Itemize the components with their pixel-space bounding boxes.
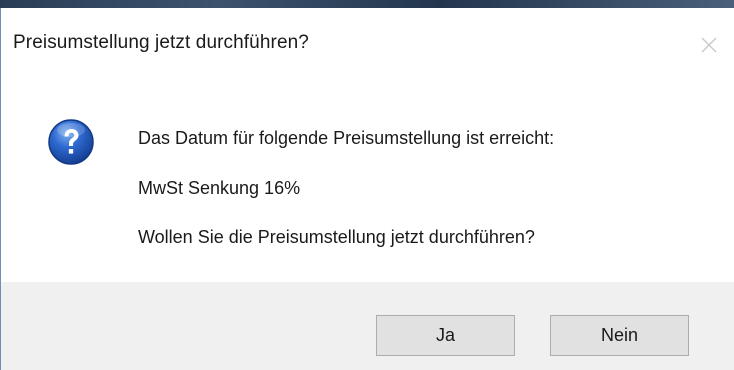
dialog-title: Preisumstellung jetzt durchführen? [13, 32, 309, 53]
dialog-content: Das Datum für folgende Preisumstellung i… [1, 72, 734, 282]
message-line-question: Wollen Sie die Preisumstellung jetzt dur… [138, 227, 535, 247]
message-line-price-change: MwSt Senkung 16% [138, 178, 301, 198]
question-icon [48, 119, 94, 165]
close-button[interactable] [692, 30, 726, 60]
message-line-date: Das Datum für folgende Preisumstellung i… [138, 128, 555, 148]
close-icon [701, 37, 717, 53]
background-window-strip [0, 0, 734, 8]
no-button[interactable]: Nein [550, 315, 689, 356]
dialog-titlebar[interactable]: Preisumstellung jetzt durchführen? [1, 8, 734, 72]
dialog-button-area: Ja Nein [1, 282, 734, 370]
yes-button[interactable]: Ja [376, 315, 515, 356]
message-dialog: Preisumstellung jetzt durchführen? Das D… [0, 8, 734, 370]
